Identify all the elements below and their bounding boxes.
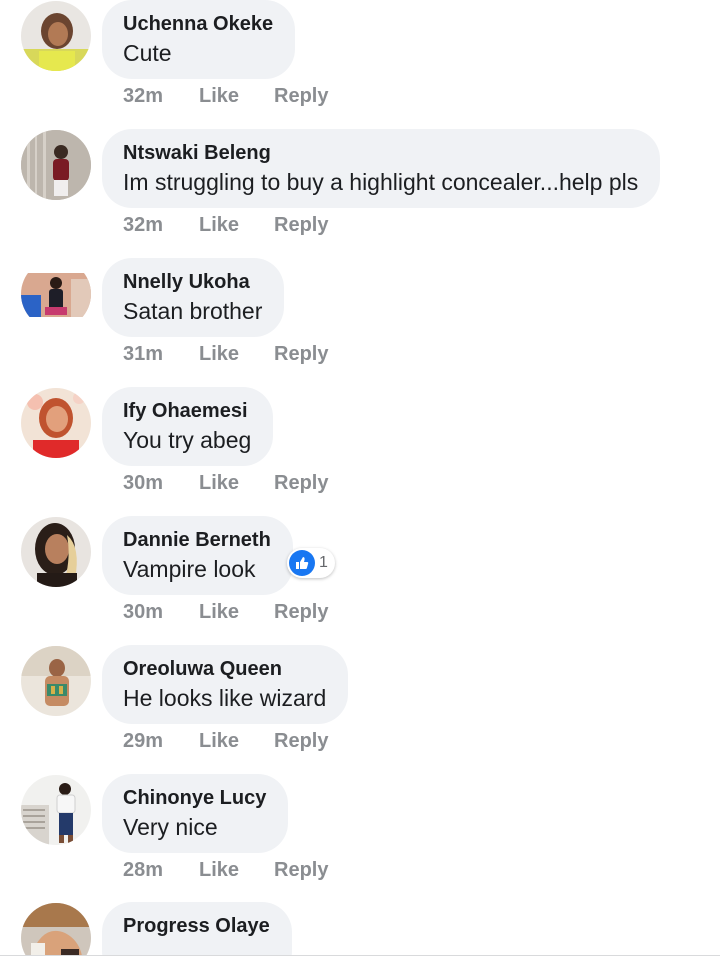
reply-button[interactable]: Reply bbox=[274, 470, 328, 496]
comment-text: He looks like wizard bbox=[123, 685, 327, 711]
thumbs-up-icon bbox=[289, 550, 315, 576]
comment-author[interactable]: Progress Olaye bbox=[123, 914, 270, 938]
like-button[interactable]: Like bbox=[199, 857, 239, 883]
reply-button[interactable]: Reply bbox=[274, 599, 328, 625]
comment-text: Cute bbox=[123, 40, 172, 66]
comment-author[interactable]: Nnelly Ukoha bbox=[123, 270, 262, 294]
comment: Progress Olaye bbox=[0, 902, 720, 956]
comment: Ntswaki Beleng Im struggling to buy a hi… bbox=[0, 129, 720, 258]
like-button[interactable]: Like bbox=[199, 212, 239, 238]
comment: Dannie Berneth Vampire look 30m Like Rep… bbox=[0, 516, 720, 645]
divider bbox=[0, 955, 720, 956]
reply-button[interactable]: Reply bbox=[274, 728, 328, 754]
comment-bubble: Ntswaki Beleng Im struggling to buy a hi… bbox=[102, 129, 661, 208]
comment-text: Satan brother bbox=[123, 298, 263, 324]
avatar[interactable] bbox=[21, 130, 91, 200]
like-button[interactable]: Like bbox=[199, 599, 239, 625]
comment: Oreoluwa Queen He looks like wizard 29m … bbox=[0, 645, 720, 774]
reaction-count: 1 bbox=[319, 554, 328, 571]
avatar[interactable] bbox=[21, 1, 91, 71]
comment: Chinonye Lucy Very nice 28m Like Reply bbox=[0, 774, 720, 903]
avatar[interactable] bbox=[21, 646, 91, 716]
comment-bubble: Progress Olaye bbox=[102, 902, 292, 956]
comment-time[interactable]: 31m bbox=[123, 341, 163, 367]
comment-bubble: Chinonye Lucy Very nice bbox=[102, 774, 289, 853]
comment-author[interactable]: Chinonye Lucy bbox=[123, 786, 266, 810]
comment-bubble: Oreoluwa Queen He looks like wizard bbox=[102, 645, 349, 724]
reply-button[interactable]: Reply bbox=[274, 857, 328, 883]
comment-bubble: Dannie Berneth Vampire look bbox=[102, 516, 293, 595]
comment-author[interactable]: Oreoluwa Queen bbox=[123, 657, 326, 681]
comment-text: Very nice bbox=[123, 814, 218, 840]
like-button[interactable]: Like bbox=[199, 83, 239, 109]
comment-time[interactable]: 30m bbox=[123, 470, 163, 496]
reaction-summary[interactable]: 1 bbox=[287, 548, 335, 578]
like-button[interactable]: Like bbox=[199, 470, 239, 496]
comment-text: Im struggling to buy a highlight conceal… bbox=[123, 169, 639, 195]
comment-author[interactable]: Uchenna Okeke bbox=[123, 12, 273, 36]
avatar[interactable] bbox=[21, 775, 91, 845]
comment: Ify Ohaemesi You try abeg 30m Like Reply bbox=[0, 387, 720, 516]
like-button[interactable]: Like bbox=[199, 341, 239, 367]
comment-time[interactable]: 28m bbox=[123, 857, 163, 883]
comment-time[interactable]: 32m bbox=[123, 212, 163, 238]
comment-bubble: Ify Ohaemesi You try abeg bbox=[102, 387, 274, 466]
comment-bubble: Nnelly Ukoha Satan brother bbox=[102, 258, 285, 337]
avatar[interactable] bbox=[21, 517, 91, 587]
avatar[interactable] bbox=[21, 259, 91, 329]
comment-author[interactable]: Ify Ohaemesi bbox=[123, 399, 251, 423]
comment-author[interactable]: Ntswaki Beleng bbox=[123, 141, 638, 165]
like-button[interactable]: Like bbox=[199, 728, 239, 754]
comment-time[interactable]: 32m bbox=[123, 83, 163, 109]
comment: Uchenna Okeke Cute 32m Like Reply bbox=[0, 0, 720, 129]
avatar[interactable] bbox=[21, 388, 91, 458]
comment: Nnelly Ukoha Satan brother 31m Like Repl… bbox=[0, 258, 720, 387]
reply-button[interactable]: Reply bbox=[274, 83, 328, 109]
comment-bubble: Uchenna Okeke Cute bbox=[102, 0, 296, 79]
comment-text: You try abeg bbox=[123, 427, 252, 453]
comment-time[interactable]: 30m bbox=[123, 599, 163, 625]
comment-author[interactable]: Dannie Berneth bbox=[123, 528, 271, 552]
avatar[interactable] bbox=[21, 903, 91, 956]
comment-text: Vampire look bbox=[123, 556, 256, 582]
reply-button[interactable]: Reply bbox=[274, 341, 328, 367]
reply-button[interactable]: Reply bbox=[274, 212, 328, 238]
comment-time[interactable]: 29m bbox=[123, 728, 163, 754]
